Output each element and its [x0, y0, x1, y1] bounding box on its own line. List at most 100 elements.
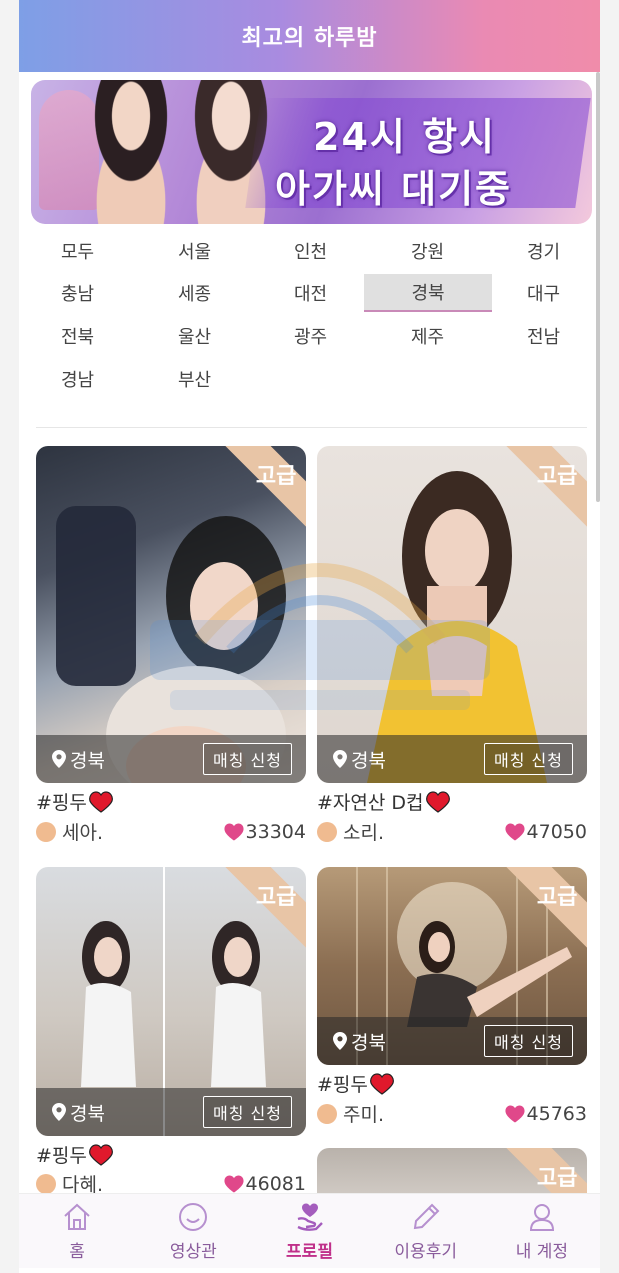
like-count-text: 46081 [245, 1172, 306, 1195]
card-tag: #핑두 [36, 788, 113, 815]
tab-profile[interactable]: 프로필 [251, 1194, 367, 1268]
section-divider [36, 427, 587, 428]
photo-overlay-bar: 경북 매칭 신청 [317, 1017, 587, 1065]
region-tab[interactable]: 경남 [19, 360, 136, 398]
region-tab[interactable]: 모두 [19, 232, 136, 270]
heart-hand-icon [296, 1203, 323, 1231]
profile-name: 주미. [317, 1100, 384, 1127]
profile-photo-illustration [56, 506, 286, 783]
tag-text: #핑두 [36, 1145, 87, 1167]
profile-photo[interactable]: 고급 경북 매칭 신청 [36, 446, 306, 783]
region-tab[interactable]: 대전 [252, 274, 369, 312]
tag-text: #자연산 D컵 [317, 792, 424, 814]
red-heart-icon [88, 1143, 113, 1166]
region-tab[interactable]: 강원 [369, 232, 486, 270]
like-count-text: 47050 [526, 820, 587, 843]
location-pin-icon [52, 750, 66, 768]
page-title: 최고의 하루밤 [241, 26, 378, 51]
region-tab[interactable]: 울산 [136, 317, 253, 355]
tab-label: 이용후기 [394, 1241, 457, 1262]
like-count[interactable]: 45763 [505, 1103, 587, 1125]
profile-name: 소리. [317, 818, 384, 845]
avatar-dot-icon [317, 1103, 337, 1124]
match-request-button[interactable]: 매칭 신청 [484, 1025, 573, 1057]
match-request-button[interactable]: 매칭 신청 [203, 743, 292, 775]
smile-icon [179, 1202, 208, 1231]
banner-headline-1: 24시 항시 [313, 115, 496, 159]
tab-video[interactable]: 영상관 [135, 1194, 251, 1268]
profile-photo[interactable]: 고급 경북 매칭 신청 [36, 867, 306, 1136]
location-pin-icon [333, 750, 347, 768]
profile-photo[interactable]: 고급 경북 매칭 신청 [317, 867, 587, 1065]
like-heart-icon [505, 823, 525, 840]
like-count[interactable]: 46081 [224, 1173, 306, 1195]
app-header: 최고의 하루밤 [19, 0, 600, 72]
tag-text: #핑두 [317, 1074, 368, 1096]
card-tag: #핑두 [317, 1070, 394, 1097]
tag-text: #핑두 [36, 792, 87, 814]
profile-name: 세아. [36, 818, 103, 845]
like-count-text: 45763 [526, 1102, 587, 1125]
tab-label: 프로필 [286, 1241, 333, 1262]
card-meta: 세아. 33304 [36, 818, 306, 845]
location-text: 경북 [351, 1031, 386, 1054]
region-tab[interactable]: 대구 [485, 274, 602, 312]
location-text: 경북 [70, 1102, 105, 1125]
like-heart-icon [224, 823, 244, 840]
location-label: 경북 [52, 1099, 105, 1126]
region-tab[interactable]: 서울 [136, 232, 253, 270]
location-label: 경북 [52, 746, 105, 773]
banner-headline-2: 아가씨 대기중 [275, 167, 512, 211]
tab-home[interactable]: 홈 [19, 1194, 135, 1268]
photo-overlay-bar: 경북 매칭 신청 [317, 735, 587, 783]
tab-account[interactable]: 내 계정 [484, 1194, 600, 1268]
like-count[interactable]: 47050 [505, 821, 587, 843]
page-margin-right [600, 0, 619, 1273]
user-icon [529, 1203, 554, 1231]
promo-banner[interactable]: 24시 항시 아가씨 대기중 [31, 80, 592, 224]
photo-overlay-bar: 경북 매칭 신청 [36, 1088, 306, 1136]
location-text: 경북 [70, 749, 105, 772]
like-count-text: 33304 [245, 820, 306, 843]
red-heart-icon [88, 790, 113, 813]
tab-label: 내 계정 [515, 1241, 569, 1262]
like-heart-icon [224, 1175, 244, 1192]
like-count[interactable]: 33304 [224, 821, 306, 843]
card-tag: #자연산 D컵 [317, 788, 450, 815]
location-label: 경북 [333, 1028, 386, 1055]
card-meta: 주미. 45763 [317, 1100, 587, 1127]
region-tab[interactable]: 전남 [485, 317, 602, 355]
region-tab[interactable]: 제주 [369, 317, 486, 355]
profile-name-text: 세아. [62, 822, 103, 844]
tab-label: 홈 [69, 1241, 85, 1262]
avatar-dot-icon [317, 821, 337, 842]
bottom-tab-bar: 홈 영상관 프로필 이용후기 내 계정 [19, 1193, 600, 1268]
tab-reviews[interactable]: 이용후기 [368, 1194, 484, 1268]
region-tab-active[interactable]: 경북 [364, 274, 492, 312]
region-tab[interactable]: 인천 [252, 232, 369, 270]
home-icon [64, 1203, 90, 1230]
region-tab[interactable]: 전북 [19, 317, 136, 355]
region-tab[interactable]: 광주 [252, 317, 369, 355]
red-heart-icon [369, 1072, 394, 1095]
region-tab[interactable]: 부산 [136, 360, 253, 398]
region-tab[interactable]: 세종 [136, 274, 253, 312]
profile-photo[interactable]: 고급 경북 매칭 신청 [317, 446, 587, 783]
region-tab[interactable]: 경기 [485, 232, 602, 270]
card-tag: #핑두 [36, 1141, 113, 1168]
location-pin-icon [333, 1032, 347, 1050]
match-request-button[interactable]: 매칭 신청 [203, 1096, 292, 1128]
profile-name-text: 소리. [343, 822, 384, 844]
location-text: 경북 [351, 749, 386, 772]
app-frame: 최고의 하루밤 24시 항시 아가씨 대기중 모두 서울 인천 강원 경기 충남… [0, 0, 619, 1273]
red-heart-icon [425, 790, 450, 813]
location-pin-icon [52, 1103, 66, 1121]
card-meta: 소리. 47050 [317, 818, 587, 845]
profile-name-text: 주미. [343, 1104, 384, 1126]
tab-label: 영상관 [169, 1241, 217, 1262]
region-tab[interactable]: 충남 [19, 274, 136, 312]
location-label: 경북 [333, 746, 386, 773]
page-margin-left [0, 0, 19, 1273]
match-request-button[interactable]: 매칭 신청 [484, 743, 573, 775]
profile-photo-illustration [367, 471, 547, 783]
